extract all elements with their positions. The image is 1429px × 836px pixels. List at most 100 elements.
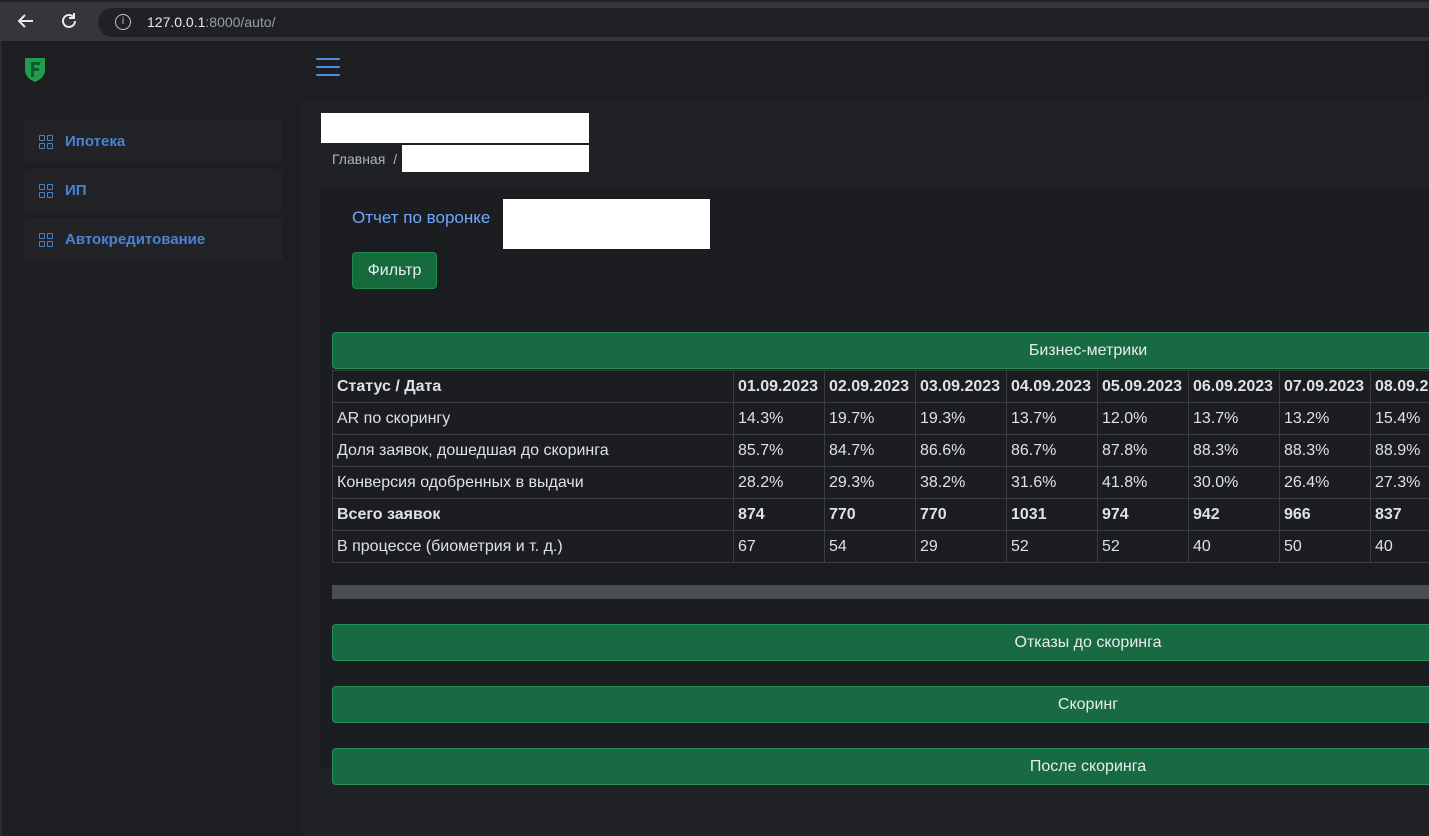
scoring-label: Скоринг [1057,695,1119,713]
table-cell: 88.9% [1370,434,1429,467]
grid-icon [39,183,53,198]
table-cell: 14.3% [733,402,825,435]
table-header-cell: 02.09.2023 [824,370,916,403]
table-cell: 54 [824,530,916,563]
topbar [302,41,1429,99]
url-text[interactable]: 127.0.0.1:8000/auto/ [147,14,275,30]
table-cell: 38.2% [915,466,1007,499]
table-cell: 13.7% [1188,402,1280,435]
sidebar-item-mortgage[interactable]: Ипотека [24,120,283,163]
table-cell: Доля заявок, дошедшая до скоринга [332,434,734,467]
table-cell: 41.8% [1097,466,1189,499]
table-cell: 15.4% [1370,402,1429,435]
table-cell: 19.7% [824,402,916,435]
filter-button[interactable]: Фильтр [352,252,437,289]
table-cell: 874 [733,498,825,531]
table-cell: Конверсия одобренных в выдачи [332,466,734,499]
info-icon[interactable]: i [115,14,131,30]
table-cell: 974 [1097,498,1189,531]
table-cell: 13.7% [1006,402,1098,435]
sidebar-item-autocredit[interactable]: Автокредитование [24,218,283,261]
table-cell: 40 [1188,530,1280,563]
redacted-report-name [503,199,710,249]
post-scoring-toggle[interactable]: После скоринга [332,748,1429,785]
redacted-page-title [321,113,589,143]
table-cell: Всего заявок [332,498,734,531]
table-cell: 837 [1370,498,1429,531]
table-cell: 28.2% [733,466,825,499]
grid-icon [39,232,53,247]
business-metrics-table: Статус / Дата 01.09.2023 02.09.2023 03.0… [332,370,1429,563]
sidebar-item-label: Ипотека [65,133,126,150]
table-cell: 50 [1279,530,1371,563]
table-cell: 30.0% [1188,466,1280,499]
horizontal-scrollbar[interactable] [332,585,1429,599]
table-cell: 770 [915,498,1007,531]
table-cell: 85.7% [733,434,825,467]
shield-logo-icon[interactable] [23,57,47,83]
hamburger-menu-icon[interactable] [316,58,340,78]
table-row: В процессе (биометрия и т. д.) 67 54 29 … [332,530,1429,563]
table-cell: 27.3% [1370,466,1429,499]
table-cell: 26.4% [1279,466,1371,499]
table-cell: 86.7% [1006,434,1098,467]
table-cell: 86.6% [915,434,1007,467]
table-cell: 19.3% [915,402,1007,435]
table-cell: 770 [824,498,916,531]
table-row: Конверсия одобренных в выдачи 28.2% 29.3… [332,466,1429,499]
breadcrumb: Главная / [332,151,397,167]
business-metrics-toggle[interactable]: Бизнес-метрики [332,332,1429,369]
reload-icon[interactable] [58,10,80,32]
table-cell: 88.3% [1279,434,1371,467]
table-header-cell: 05.09.2023 [1097,370,1189,403]
table-row: AR по скорингу 14.3% 19.7% 19.3% 13.7% 1… [332,402,1429,435]
table-cell: 13.2% [1279,402,1371,435]
table-cell: 52 [1097,530,1189,563]
sidebar: Ипотека ИП Автокредитование [0,41,302,836]
table-header-cell: 01.09.2023 [733,370,825,403]
table-cell: В процессе (биометрия и т. д.) [332,530,734,563]
breadcrumb-separator: / [393,151,398,167]
pre-scoring-rejections-label: Отказы до скоринга [1014,633,1162,651]
breadcrumb-home-link[interactable]: Главная [332,151,385,167]
grid-icon [39,134,53,149]
app: Ипотека ИП Автокредитование Главная / Отч… [0,41,1429,836]
table-header-cell: 03.09.2023 [915,370,1007,403]
table-cell: 966 [1279,498,1371,531]
table-cell: 40 [1370,530,1429,563]
table-header-cell: 04.09.2023 [1006,370,1098,403]
table-cell: 52 [1006,530,1098,563]
table-cell: 12.0% [1097,402,1189,435]
address-bar[interactable]: i 127.0.0.1:8000/auto/ [98,8,1429,37]
table-cell: 31.6% [1006,466,1098,499]
sidebar-item-ip[interactable]: ИП [24,169,283,212]
redacted-breadcrumb-current [402,145,589,172]
scoring-toggle[interactable]: Скоринг [332,686,1429,723]
table-cell: 1031 [1006,498,1098,531]
table-cell: AR по скорингу [332,402,734,435]
table-header-cell: 07.09.2023 [1279,370,1371,403]
table-cell: 84.7% [824,434,916,467]
main-content: Главная / Отчет по воронке Фильтр Бизнес-… [302,99,1429,836]
table-cell: 942 [1188,498,1280,531]
table-row-total: Всего заявок 874 770 770 1031 974 942 96… [332,498,1429,531]
report-card: Отчет по воронке Фильтр Бизнес-метрики С… [320,188,1429,785]
table-cell: 88.3% [1188,434,1280,467]
pre-scoring-rejections-toggle[interactable]: Отказы до скоринга [332,624,1429,661]
sidebar-item-label: Автокредитование [65,231,206,248]
table-cell: 29.3% [824,466,916,499]
browser-toolbar: i 127.0.0.1:8000/auto/ [0,0,1429,41]
table-cell: 67 [733,530,825,563]
business-metrics-label: Бизнес-метрики [1028,341,1148,359]
business-metrics-table-wrap: Статус / Дата 01.09.2023 02.09.2023 03.0… [332,370,1429,584]
table-row: Доля заявок, дошедшая до скоринга 85.7% … [332,434,1429,467]
table-cell: 29 [915,530,1007,563]
table-header-row: Статус / Дата 01.09.2023 02.09.2023 03.0… [332,370,1429,403]
table-header-cell: 06.09.2023 [1188,370,1280,403]
table-cell: 87.8% [1097,434,1189,467]
report-title: Отчет по воронке [352,208,491,227]
sidebar-item-label: ИП [65,182,87,199]
back-arrow-icon[interactable] [15,10,37,32]
table-header-cell: 08.09.2023 [1370,370,1429,403]
post-scoring-label: После скоринга [1029,757,1147,775]
